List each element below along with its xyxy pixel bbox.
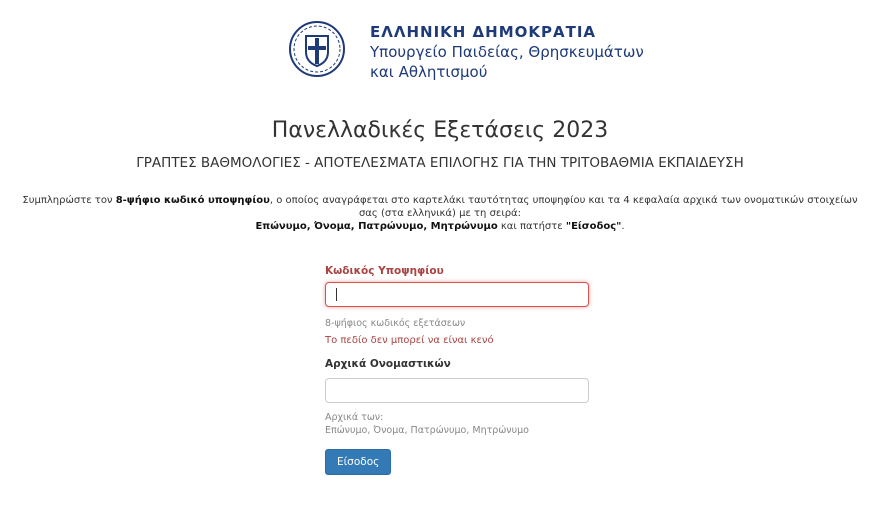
initials-help-line1: Αρχικά των:	[325, 412, 384, 423]
page-title: Πανελλαδικές Εξετάσεις 2023	[271, 118, 609, 143]
initials-label: Αρχικά Ονομαστικών	[325, 358, 451, 370]
candidate-code-error: Το πεδίο δεν μπορεί να είναι κενό	[325, 335, 494, 346]
submit-button[interactable]: Είσοδος	[325, 449, 392, 475]
ministry-name-line2: και Αθλητισμού	[370, 63, 488, 81]
text-cursor	[336, 288, 337, 301]
ministry-header: ΕΛΛΗΝΙΚΗ ΔΗΜΟΚΡΑΤΙΑ Υπουργείο Παιδείας, …	[370, 22, 644, 82]
candidate-code-input[interactable]	[325, 282, 589, 307]
candidate-code-help: 8-ψήφιος κωδικός εξετάσεων	[325, 318, 466, 329]
instructions-text: Συμπληρώστε τον 8-ψήφιο κωδικό υποψηφίου…	[20, 194, 860, 233]
instructions-bold2: Επώνυμο, Όνομα, Πατρώνυμο, Μητρώνυμο	[255, 221, 498, 232]
ministry-logo-icon	[288, 20, 346, 78]
login-form: Κωδικός Υποψηφίου 8-ψήφιος κωδικός εξετά…	[325, 265, 590, 475]
instructions-part2: , ο οποίος αναγράφεται στο καρτελάκι ταυ…	[269, 195, 858, 219]
instructions-bold1: 8-ψήφιο κωδικό υποψηφίου	[115, 195, 270, 206]
initials-help-line2: Επώνυμο, Όνομα, Πατρώνυμο, Μητρώνυμο	[325, 425, 529, 436]
republic-title: ΕΛΛΗΝΙΚΗ ΔΗΜΟΚΡΑΤΙΑ	[370, 23, 597, 41]
page-subtitle: ΓΡΑΠΤΕΣ ΒΑΘΜΟΛΟΓΙΕΣ - ΑΠΟΤΕΛΕΣΜΑΤΑ ΕΠΙΛΟ…	[136, 155, 744, 171]
instructions-bold3: "Είσοδος"	[565, 221, 622, 232]
candidate-code-label: Κωδικός Υποψηφίου	[325, 265, 444, 277]
instructions-part1: Συμπληρώστε τον	[22, 195, 116, 206]
initials-input[interactable]	[325, 378, 589, 403]
ministry-name-line1: Υπουργείο Παιδείας, Θρησκευμάτων	[370, 43, 644, 61]
instructions-part3: και πατήστε	[497, 221, 566, 232]
instructions-part4: .	[621, 221, 625, 232]
